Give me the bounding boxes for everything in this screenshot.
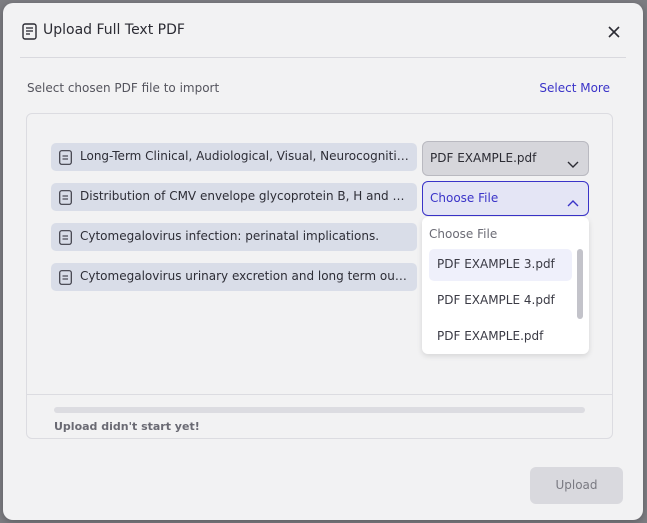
upload-button[interactable]: Upload xyxy=(530,467,623,504)
file-name: Distribution of CMV envelope glycoprotei… xyxy=(80,189,411,203)
files-panel: Long-Term Clinical, Audiological, Visual… xyxy=(26,113,613,439)
file-name: Cytomegalovirus infection: perinatal imp… xyxy=(80,229,380,243)
file-row: Cytomegalovirus infection: perinatal imp… xyxy=(51,223,417,251)
panel-divider xyxy=(27,394,612,395)
dialog-header: Upload Full Text PDF xyxy=(3,3,643,58)
file-dropdown-menu: Choose File PDF EXAMPLE 3.pdf PDF EXAMPL… xyxy=(422,217,589,354)
file-select-value: Choose File xyxy=(430,191,499,205)
chevron-down-icon xyxy=(567,154,579,168)
file-icon xyxy=(59,150,72,165)
file-icon xyxy=(59,230,72,245)
chevron-up-icon xyxy=(567,194,579,207)
dropdown-scrollbar[interactable] xyxy=(577,249,583,319)
file-name: Long-Term Clinical, Audiological, Visual… xyxy=(80,149,411,163)
file-select-2[interactable]: Choose File xyxy=(422,181,589,216)
file-icon xyxy=(59,190,72,205)
dropdown-option[interactable]: PDF EXAMPLE 3.pdf xyxy=(429,249,572,281)
upload-progress-bar xyxy=(54,407,585,413)
close-icon[interactable] xyxy=(605,23,623,41)
dropdown-option[interactable]: PDF EXAMPLE.pdf xyxy=(429,321,572,353)
file-name: Cytomegalovirus urinary excretion and lo… xyxy=(80,269,411,283)
file-row: Cytomegalovirus urinary excretion and lo… xyxy=(51,263,417,291)
file-row: Long-Term Clinical, Audiological, Visual… xyxy=(51,143,417,171)
dropdown-header: Choose File xyxy=(429,227,498,241)
header-divider xyxy=(20,57,626,58)
dialog-title: Upload Full Text PDF xyxy=(43,22,185,38)
instruction-text: Select chosen PDF file to import xyxy=(27,81,220,95)
file-select-1[interactable]: PDF EXAMPLE.pdf xyxy=(422,141,589,176)
dropdown-option[interactable]: PDF EXAMPLE 4.pdf xyxy=(429,285,572,317)
file-icon xyxy=(59,270,72,285)
file-select-value: PDF EXAMPLE.pdf xyxy=(430,151,537,165)
upload-status-text: Upload didn't start yet! xyxy=(54,420,200,433)
select-more-link[interactable]: Select More xyxy=(539,81,610,95)
upload-dialog: Upload Full Text PDF Select chosen PDF f… xyxy=(3,3,643,520)
document-icon xyxy=(22,23,37,40)
file-row: Distribution of CMV envelope glycoprotei… xyxy=(51,183,417,211)
